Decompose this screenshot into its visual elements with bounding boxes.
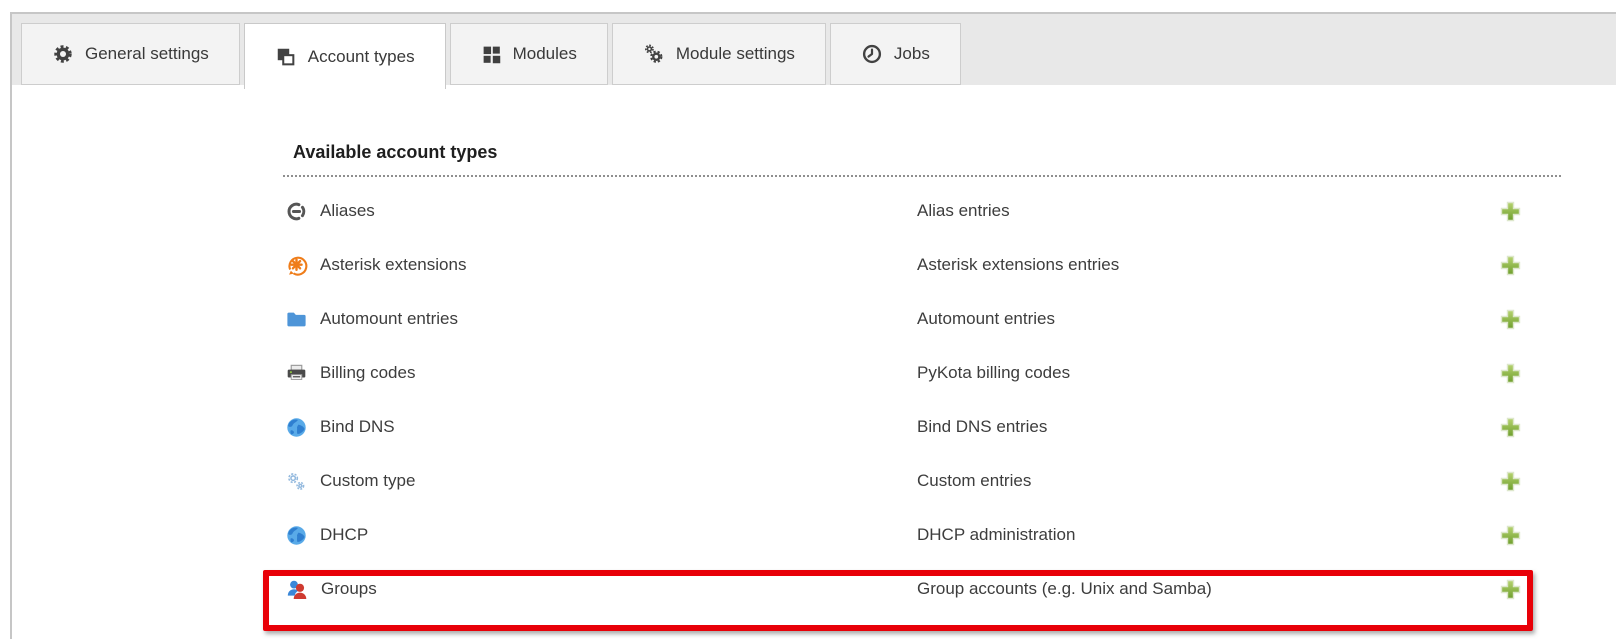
gear-icon: [52, 43, 74, 65]
plus-icon[interactable]: [1500, 255, 1521, 276]
account-type-description: PyKota billing codes: [915, 363, 1497, 383]
account-type-description: DHCP administration: [915, 525, 1497, 545]
gears-light-icon: [285, 470, 308, 493]
tab-label: Modules: [513, 44, 577, 64]
tab-general-settings[interactable]: General settings: [21, 23, 240, 85]
lam-configuration-page: General settings Account types Modules M…: [0, 0, 1616, 639]
account-type-name: Bind DNS: [320, 417, 395, 437]
account-type-name: Groups: [321, 579, 377, 599]
tab-label: Account types: [308, 47, 415, 67]
account-type-name: Custom type: [320, 471, 415, 491]
account-types-panel: Available account types Aliases Alias en…: [283, 142, 1561, 616]
link-icon: [285, 200, 308, 223]
account-type-description: Automount entries: [915, 309, 1497, 329]
module-settings-gears-icon: [643, 43, 665, 65]
account-type-name: Aliases: [320, 201, 375, 221]
account-type-name: Asterisk extensions: [320, 255, 466, 275]
account-type-row: Billing codes PyKota billing codes: [283, 346, 1521, 400]
tab-bar: General settings Account types Modules M…: [12, 14, 1616, 85]
account-type-name: Billing codes: [320, 363, 415, 383]
globe-icon: [285, 416, 308, 439]
clock-icon: [861, 43, 883, 65]
printer-icon: [285, 362, 308, 385]
account-type-row: Groups Group accounts (e.g. Unix and Sam…: [283, 562, 1521, 616]
tab-label: Module settings: [676, 44, 795, 64]
account-type-row: Asterisk extensions Asterisk extensions …: [283, 238, 1521, 292]
plus-icon[interactable]: [1500, 201, 1521, 222]
account-type-name: DHCP: [320, 525, 368, 545]
tab-modules[interactable]: Modules: [450, 23, 608, 85]
tab-jobs[interactable]: Jobs: [830, 23, 961, 85]
account-type-row: DHCP DHCP administration: [283, 508, 1521, 562]
tab-account-types[interactable]: Account types: [244, 23, 446, 89]
modules-grid-icon: [481, 44, 502, 65]
plus-icon[interactable]: [1500, 579, 1521, 600]
plus-icon[interactable]: [1500, 525, 1521, 546]
account-type-row: Aliases Alias entries: [283, 184, 1521, 238]
plus-icon[interactable]: [1500, 363, 1521, 384]
tab-module-settings[interactable]: Module settings: [612, 23, 826, 85]
plus-icon[interactable]: [1500, 417, 1521, 438]
globe-icon: [285, 524, 308, 547]
account-type-description: Bind DNS entries: [915, 417, 1497, 437]
account-type-row: Automount entries Automount entries: [283, 292, 1521, 346]
account-type-description: Alias entries: [915, 201, 1497, 221]
tab-label: Jobs: [894, 44, 930, 64]
account-types-icon: [275, 46, 297, 68]
page-left-border: [10, 12, 12, 639]
account-type-description: Group accounts (e.g. Unix and Samba): [915, 579, 1497, 599]
account-type-list: Aliases Alias entries Asterisk extension…: [283, 184, 1521, 616]
account-type-row: Bind DNS Bind DNS entries: [283, 400, 1521, 454]
tab-label: General settings: [85, 44, 209, 64]
folder-icon: [285, 308, 308, 331]
section-heading: Available account types: [283, 142, 1561, 177]
account-type-row: Custom type Custom entries: [283, 454, 1521, 508]
account-type-description: Custom entries: [915, 471, 1497, 491]
account-type-description: Asterisk extensions entries: [915, 255, 1497, 275]
group-icon: [285, 577, 309, 601]
plus-icon[interactable]: [1500, 471, 1521, 492]
asterisk-icon: [285, 254, 308, 277]
plus-icon[interactable]: [1500, 309, 1521, 330]
account-type-name: Automount entries: [320, 309, 458, 329]
